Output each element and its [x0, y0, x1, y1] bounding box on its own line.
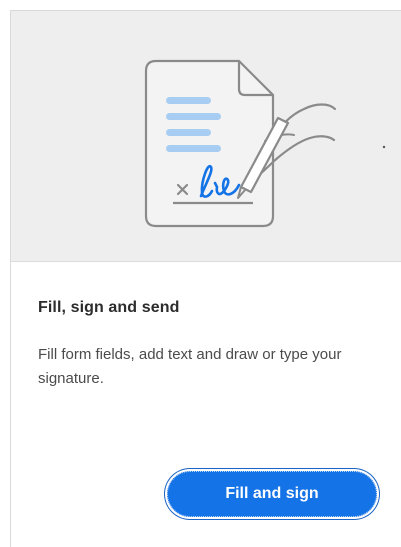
- card-title: Fill, sign and send: [38, 299, 180, 316]
- document-signature-icon: [144, 59, 386, 228]
- fill-and-sign-button[interactable]: Fill and sign: [167, 471, 377, 517]
- fill-sign-card: Fill, sign and send Fill form fields, ad…: [10, 10, 401, 547]
- hero-illustration-area: [11, 11, 401, 262]
- card-description: Fill form fields, add text and draw or t…: [38, 346, 342, 387]
